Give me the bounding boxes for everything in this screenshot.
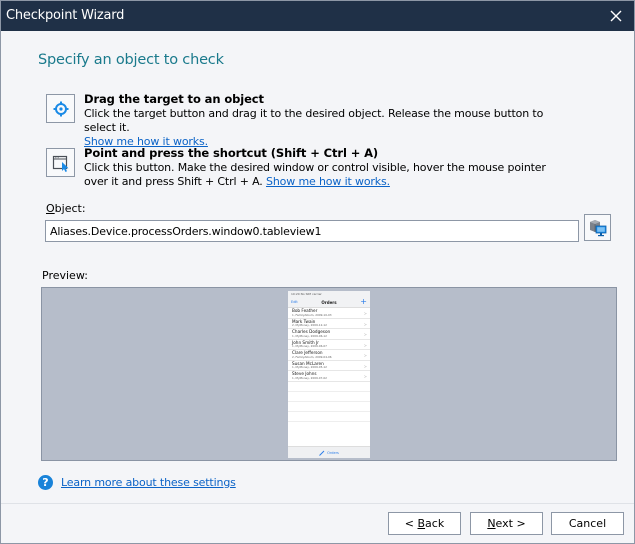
close-icon — [610, 10, 622, 22]
phone-list-row: Steve Johns 1, MyMoney, 2009-07-02 > — [288, 371, 370, 382]
chevron-right-icon: > — [363, 374, 367, 379]
phone-list-row: Bob Feather 1, FamilyAlbum, 2009-10-03 > — [288, 308, 370, 319]
title-bar: Checkpoint Wizard — [1, 1, 634, 31]
window-title: Checkpoint Wizard — [6, 8, 125, 23]
option-description: Click the target button and drag it to t… — [84, 107, 544, 134]
phone-empty-row — [288, 402, 370, 412]
preview-panel: 10:20 No SIM carrier Edit Orders + Bob F… — [41, 287, 617, 461]
phone-empty-row — [288, 382, 370, 392]
phone-list-row: Charles Dodgeson 1, MyMoney, 2009-06-12 > — [288, 329, 370, 340]
preview-label: Preview: — [42, 269, 88, 282]
window-pointer-icon — [52, 155, 68, 172]
phone-row-detail: 1, FamilyAlbum, 2009-10-03 — [292, 312, 332, 317]
object-label-text: bject: — [54, 202, 86, 215]
chevron-right-icon: > — [363, 321, 367, 327]
phone-row-detail: 1, MyMoney, 2009-06-12 — [292, 333, 327, 338]
phone-list-row: Mark Twain 2, MyMoney, 2009-12-12 > — [288, 319, 370, 329]
close-button[interactable] — [598, 1, 634, 31]
learn-more-link[interactable]: Learn more about these settings — [61, 476, 236, 489]
phone-row-detail: 1, MyMoney, 2009-05-12 — [292, 365, 327, 369]
chevron-right-icon: > — [363, 353, 367, 358]
pencil-icon — [319, 450, 325, 456]
footer-divider — [1, 503, 634, 504]
phone-empty-row — [288, 412, 370, 422]
back-label: ack — [425, 517, 445, 530]
object-browser-icon — [589, 219, 606, 236]
phone-row-detail: 1, MyMoney, 2009-07-02 — [292, 375, 327, 380]
chevron-right-icon: > — [363, 332, 367, 337]
phone-empty-row — [288, 392, 370, 402]
object-label: Object: — [46, 202, 86, 215]
phone-list-row: Susan McLaren 1, MyMoney, 2009-05-12 > — [288, 361, 370, 371]
object-browser-button[interactable] — [584, 214, 611, 241]
option-title: Drag the target to an object — [84, 92, 264, 106]
checkpoint-wizard-dialog: Checkpoint Wizard Specify an object to c… — [0, 0, 635, 544]
back-access-key: B — [417, 517, 426, 530]
cancel-button[interactable]: Cancel — [551, 512, 624, 535]
phone-row-detail: 2, FamilyAlbum, 2009-04-06 — [292, 354, 332, 359]
phone-row-detail: 2, MyMoney, 2009-12-12 — [292, 323, 327, 327]
page-heading: Specify an object to check — [38, 52, 224, 68]
object-label-access-key: O — [46, 202, 55, 215]
back-button[interactable]: < Back — [388, 512, 461, 535]
next-button[interactable]: Next > — [470, 512, 543, 535]
chevron-right-icon: > — [363, 311, 367, 316]
phone-row-detail: 1, MyMoney, 2009-06-07 — [292, 344, 327, 348]
help-section: ? Learn more about these settings — [38, 475, 236, 490]
phone-toolbar-label: Orders — [327, 450, 339, 455]
phone-nav-title: Orders — [321, 300, 337, 305]
next-label: ext > — [495, 517, 526, 530]
phone-nav-bar: Edit Orders + — [288, 297, 370, 308]
crosshair-target-icon — [53, 101, 68, 116]
chevron-right-icon: > — [363, 363, 367, 369]
phone-screenshot: 10:20 No SIM carrier Edit Orders + Bob F… — [288, 291, 370, 458]
object-input[interactable] — [45, 220, 579, 242]
back-prefix: < — [404, 517, 414, 530]
chevron-right-icon: > — [363, 342, 367, 348]
phone-list-row: John Smith Jr 1, MyMoney, 2009-06-07 > — [288, 340, 370, 350]
phone-add-icon: + — [360, 297, 367, 306]
option-title: Point and press the shortcut (Shift + Ct… — [84, 146, 379, 160]
point-shortcut-button[interactable] — [46, 148, 75, 177]
help-icon: ? — [38, 475, 53, 490]
show-me-link[interactable]: Show me how it works. — [266, 175, 390, 188]
phone-toolbar: Orders — [288, 446, 370, 458]
drag-target-button[interactable] — [46, 94, 75, 123]
phone-list-row: Clare Jefferson 2, FamilyAlbum, 2009-04-0… — [288, 350, 370, 361]
next-access-key: N — [487, 517, 496, 530]
